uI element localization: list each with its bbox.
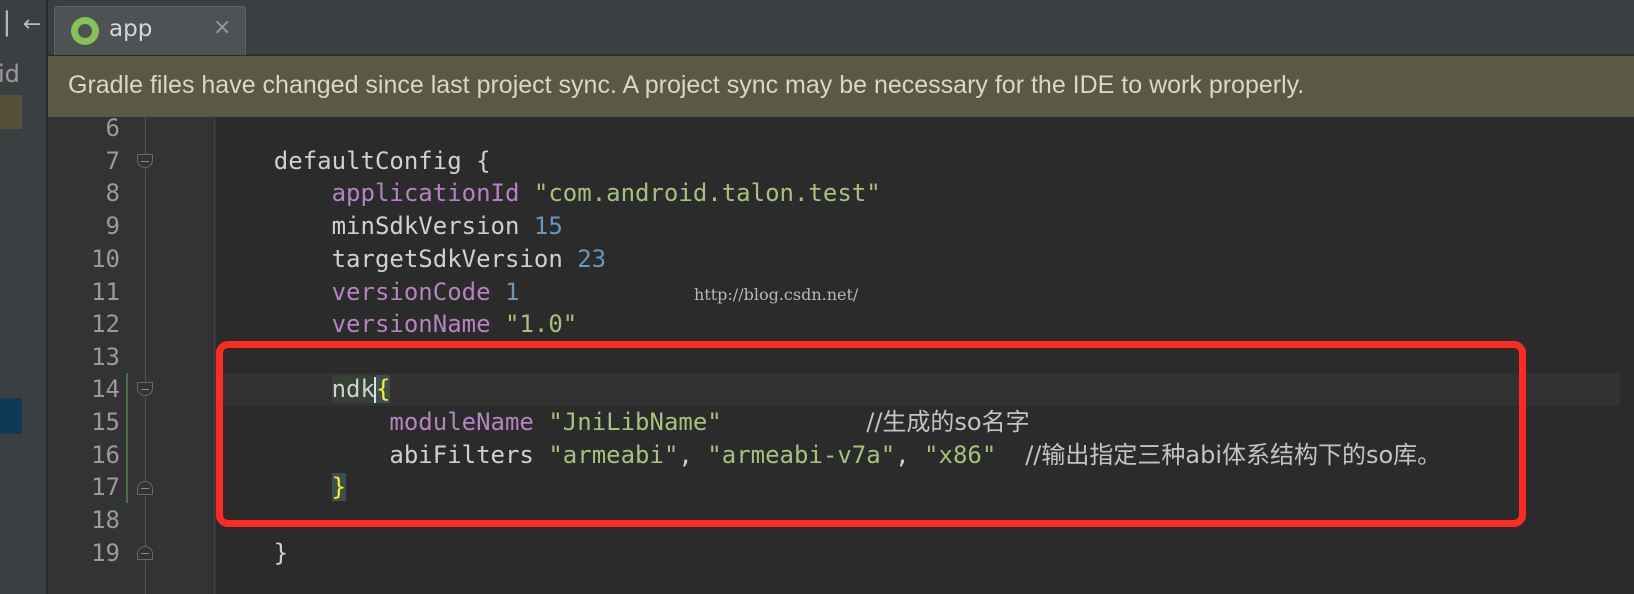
gutter-separator <box>214 117 215 594</box>
line-number: 13 <box>91 343 120 371</box>
vertical-scrollbar[interactable] <box>1620 117 1634 594</box>
collapse-panel-icon[interactable]: ▏← <box>6 10 41 40</box>
red-highlight-box <box>216 341 1526 527</box>
code-token: applicationId <box>331 179 520 207</box>
code-token: "com.android.talon.test" <box>533 179 881 207</box>
line-number: 17 <box>91 473 120 501</box>
fold-open-icon[interactable] <box>137 154 153 168</box>
tab-app[interactable]: app × <box>54 6 246 55</box>
vcs-change-marker[interactable] <box>126 373 128 503</box>
fold-guide <box>145 169 146 381</box>
code-line-12: versionName "1.0" <box>216 308 578 341</box>
code-token: versionName <box>331 310 491 338</box>
fold-guide <box>145 117 146 154</box>
code-token: minSdkVersion <box>331 212 520 240</box>
project-panel-partial-label: id <box>0 60 20 88</box>
fold-open-icon[interactable] <box>137 382 153 396</box>
code-line-19: } <box>216 537 288 570</box>
watermark-text: http://blog.csdn.net/ <box>694 285 859 304</box>
line-number: 16 <box>91 441 120 469</box>
banner-message: Gradle files have changed since last pro… <box>68 71 1305 99</box>
code-token: 23 <box>577 245 607 273</box>
line-number: 7 <box>105 147 120 175</box>
panel-active-marker <box>0 398 22 434</box>
code-line-9: minSdkVersion 15 <box>216 210 563 243</box>
fold-guide <box>145 561 146 594</box>
line-number: 9 <box>105 212 120 240</box>
code-line-7: defaultConfig { <box>216 145 491 178</box>
code-token: defaultConfig <box>273 147 462 175</box>
editor-gutter: 6 7 8 9 10 11 12 13 14 15 16 17 18 19 <box>48 114 216 594</box>
gradle-app-icon <box>71 17 99 45</box>
code-line-8: applicationId "com.android.talon.test" <box>216 177 881 210</box>
line-number: 14 <box>91 375 120 403</box>
code-line-11: versionCode 1 <box>216 276 520 309</box>
left-tool-strip: ▏← id <box>0 0 47 594</box>
close-icon[interactable]: × <box>213 15 231 40</box>
gradle-sync-banner: Gradle files have changed since last pro… <box>48 56 1634 117</box>
code-token: targetSdkVersion <box>331 245 563 273</box>
code-token: versionCode <box>331 278 491 306</box>
code-token: } <box>273 539 289 567</box>
editor-tab-bar: app × <box>48 0 1634 55</box>
fold-close-icon[interactable] <box>137 481 153 495</box>
code-editor[interactable]: 6 7 8 9 10 11 12 13 14 15 16 17 18 19 de… <box>48 114 1634 594</box>
line-number: 8 <box>105 179 120 207</box>
fold-guide <box>145 397 146 481</box>
line-number: 11 <box>91 278 120 306</box>
code-line-10: targetSdkVersion 23 <box>216 243 607 276</box>
fold-guide <box>145 496 146 546</box>
line-number: 10 <box>91 245 120 273</box>
code-token: { <box>461 147 491 175</box>
fold-close-icon[interactable] <box>137 546 153 560</box>
code-token: 1 <box>505 278 520 306</box>
code-token: 15 <box>533 212 563 240</box>
line-number: 6 <box>105 114 120 142</box>
line-number: 12 <box>91 310 120 338</box>
panel-selection-marker <box>0 95 22 129</box>
line-number: 18 <box>91 506 120 534</box>
tab-label: app <box>109 16 153 42</box>
ide-window: ▏← id app × Gradle files have changed si… <box>0 0 1634 594</box>
line-number: 19 <box>91 539 120 567</box>
code-token: "1.0" <box>505 310 578 338</box>
line-number: 15 <box>91 408 120 436</box>
